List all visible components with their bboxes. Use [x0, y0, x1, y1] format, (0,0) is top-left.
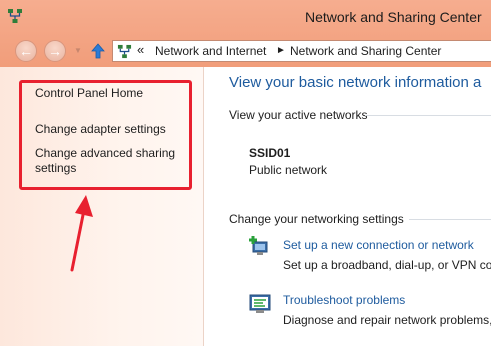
change-settings-heading: Change your networking settings: [229, 212, 404, 226]
active-networks-heading: View your active networks: [229, 108, 368, 122]
setup-connection-description: Set up a broadband, dial-up, or VPN conn: [283, 258, 491, 272]
divider: [409, 219, 491, 220]
network-icon: [8, 9, 22, 23]
new-connection-icon: [249, 236, 268, 255]
annotation-arrow: [70, 195, 93, 272]
breadcrumb-separator[interactable]: ►: [276, 45, 286, 56]
setup-connection-link[interactable]: Set up a new connection or network: [283, 238, 474, 252]
network-name: SSID01: [249, 146, 291, 160]
breadcrumb-overflow[interactable]: «: [137, 42, 144, 57]
recent-pages-chevron-down-icon[interactable]: ▼: [74, 46, 82, 55]
back-arrow-icon: ←: [19, 43, 33, 59]
address-bar[interactable]: « Network and Internet ► Network and Sha…: [112, 40, 491, 62]
up-arrow-icon[interactable]: [91, 43, 105, 59]
breadcrumb-network-and-sharing-center[interactable]: Network and Sharing Center: [290, 44, 441, 58]
divider: [365, 115, 491, 116]
breadcrumb-network-and-internet[interactable]: Network and Internet: [155, 44, 266, 58]
network-type-link[interactable]: Public network: [249, 163, 327, 177]
forward-arrow-icon: →: [48, 43, 62, 59]
network-icon: [117, 44, 132, 59]
troubleshoot-icon: [249, 294, 271, 313]
forward-button[interactable]: →: [44, 40, 66, 62]
troubleshoot-problems-description: Diagnose and repair network problems, or: [283, 313, 491, 327]
highlight-annotation-box: [19, 80, 192, 190]
page-title: View your basic network information a: [229, 74, 482, 91]
title-bar: Network and Sharing Center ← → ▼ « Netwo…: [0, 0, 491, 67]
troubleshoot-problems-link[interactable]: Troubleshoot problems: [283, 293, 405, 307]
back-button[interactable]: ←: [15, 40, 37, 62]
main-content: View your basic network information a Vi…: [205, 67, 491, 346]
window-title: Network and Sharing Center: [305, 9, 482, 25]
